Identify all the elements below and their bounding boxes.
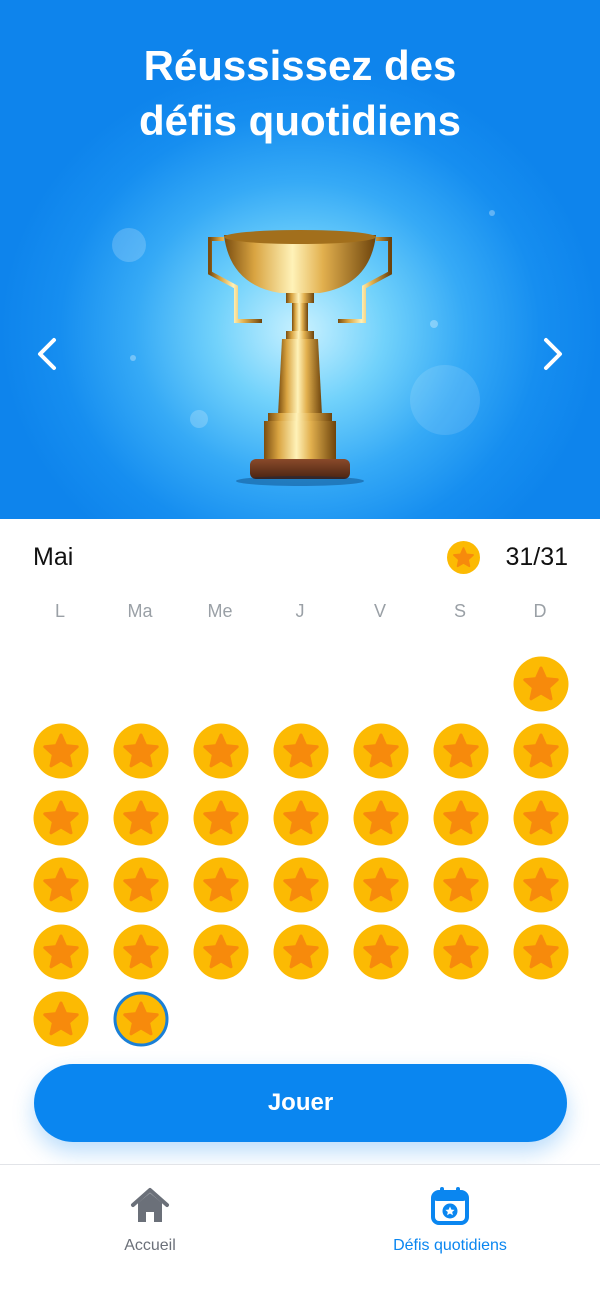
day-star-coin[interactable] bbox=[273, 857, 329, 913]
day-star-coin[interactable] bbox=[33, 723, 89, 779]
day-star-coin[interactable] bbox=[193, 723, 249, 779]
day-star-coin[interactable] bbox=[273, 924, 329, 980]
day-star-coin[interactable] bbox=[113, 723, 169, 779]
day-star-coin[interactable] bbox=[353, 723, 409, 779]
day-star-coin[interactable] bbox=[353, 857, 409, 913]
calendar-grid bbox=[0, 0, 600, 1060]
day-star-coin[interactable] bbox=[113, 924, 169, 980]
day-star-coin[interactable] bbox=[513, 790, 569, 846]
day-star-coin[interactable] bbox=[193, 924, 249, 980]
day-star-coin[interactable] bbox=[353, 790, 409, 846]
day-star-coin[interactable] bbox=[513, 656, 569, 712]
day-star-coin[interactable] bbox=[33, 924, 89, 980]
day-star-coin[interactable] bbox=[513, 857, 569, 913]
day-star-coin[interactable] bbox=[113, 991, 169, 1047]
day-star-coin[interactable] bbox=[433, 924, 489, 980]
home-icon bbox=[131, 1188, 169, 1222]
day-star-coin[interactable] bbox=[113, 790, 169, 846]
day-star-coin[interactable] bbox=[33, 991, 89, 1047]
day-star-coin[interactable] bbox=[273, 723, 329, 779]
day-star-coin[interactable] bbox=[113, 857, 169, 913]
day-star-coin[interactable] bbox=[193, 790, 249, 846]
tab-daily-challenges-label: Défis quotidiens bbox=[393, 1237, 507, 1254]
bottom-tab-bar: Accueil Défis quotidiens bbox=[0, 1164, 600, 1301]
day-star-coin[interactable] bbox=[273, 790, 329, 846]
tab-home-label: Accueil bbox=[124, 1237, 176, 1254]
day-star-coin[interactable] bbox=[353, 924, 409, 980]
day-star-coin[interactable] bbox=[193, 857, 249, 913]
tab-daily-challenges[interactable]: Défis quotidiens bbox=[300, 1185, 600, 1285]
day-star-coin[interactable] bbox=[433, 857, 489, 913]
tab-home[interactable]: Accueil bbox=[0, 1185, 300, 1285]
day-star-coin[interactable] bbox=[513, 723, 569, 779]
day-star-coin[interactable] bbox=[513, 924, 569, 980]
day-star-coin[interactable] bbox=[433, 723, 489, 779]
day-star-coin[interactable] bbox=[33, 857, 89, 913]
calendar-star-icon bbox=[431, 1187, 469, 1225]
day-star-coin[interactable] bbox=[33, 790, 89, 846]
play-button[interactable]: Jouer bbox=[34, 1064, 567, 1142]
day-star-coin[interactable] bbox=[433, 790, 489, 846]
